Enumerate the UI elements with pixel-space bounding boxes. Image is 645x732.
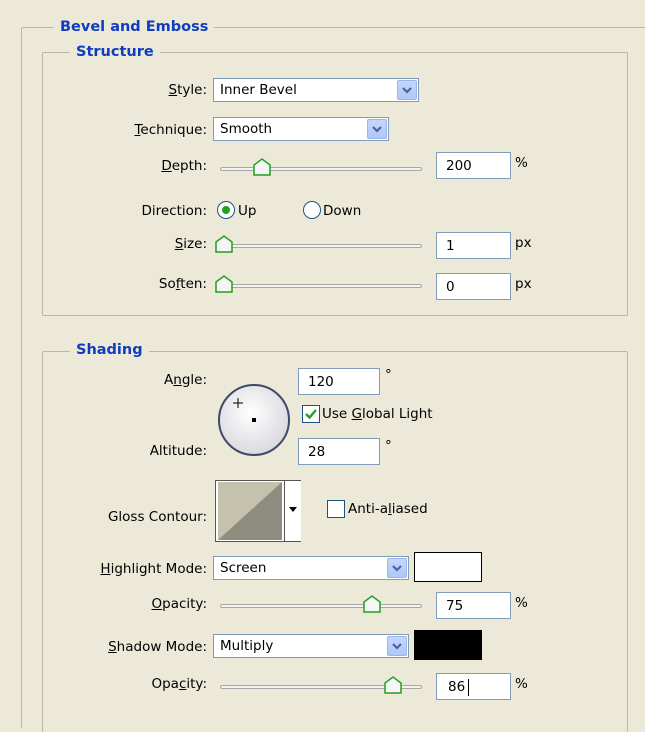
technique-label: Technique: [134, 122, 207, 138]
shadow-opacity-label: Opacity: [151, 676, 207, 692]
style-select-value: Inner Bevel [220, 82, 297, 98]
direction-down-radio[interactable] [303, 201, 321, 219]
highlight-opacity-unit: % [515, 595, 528, 611]
soften-unit: px [515, 276, 532, 292]
checkmark-icon [305, 409, 317, 420]
soften-input[interactable]: 0 [436, 273, 511, 300]
chevron-down-icon[interactable] [387, 636, 407, 656]
highlight-opacity-input[interactable]: 75 [436, 592, 511, 619]
shadow-opacity-input[interactable]: 86 [436, 673, 511, 700]
size-label: Size: [174, 236, 207, 252]
highlight-mode-label: Highlight Mode: [100, 561, 207, 577]
style-label: Style: [168, 82, 207, 98]
use-global-light-label[interactable]: Use Global Light [322, 405, 433, 423]
highlight-mode-value: Screen [220, 560, 267, 576]
structure-title: Structure [70, 43, 160, 61]
soften-slider-track[interactable] [220, 284, 422, 288]
shadow-color-swatch[interactable] [414, 630, 482, 660]
contour-dropdown-button[interactable] [284, 481, 301, 541]
direction-down-label[interactable]: Down [323, 202, 361, 220]
shadow-mode-select[interactable]: Multiply [213, 634, 409, 658]
highlight-mode-select[interactable]: Screen [213, 556, 409, 580]
contour-preview-icon [218, 482, 282, 540]
shadow-opacity-slider-thumb[interactable] [383, 676, 403, 694]
angle-degree-symbol: ° [385, 367, 392, 383]
highlight-color-swatch[interactable] [414, 552, 482, 582]
angle-input[interactable]: 120 [298, 368, 380, 395]
size-input[interactable]: 1 [436, 232, 511, 259]
shading-title: Shading [70, 341, 149, 359]
bevel-emboss-title: Bevel and Emboss [54, 18, 215, 36]
direction-up-radio[interactable] [217, 201, 235, 219]
direction-label: Direction: [141, 203, 207, 219]
size-slider-track[interactable] [220, 244, 422, 248]
style-select[interactable]: Inner Bevel [213, 78, 419, 102]
direction-up-label[interactable]: Up [238, 202, 256, 220]
anti-aliased-checkbox[interactable] [327, 500, 345, 518]
depth-label: Depth: [161, 158, 207, 174]
use-global-light-checkbox[interactable] [302, 405, 320, 423]
highlight-opacity-slider-track[interactable] [220, 604, 422, 608]
altitude-degree-symbol: ° [385, 438, 392, 454]
chevron-down-icon[interactable] [387, 558, 407, 578]
highlight-opacity-slider-thumb[interactable] [362, 595, 382, 613]
depth-unit: % [515, 155, 528, 171]
technique-select-value: Smooth [220, 121, 273, 137]
shadow-mode-value: Multiply [220, 638, 274, 654]
chevron-down-icon[interactable] [367, 119, 387, 139]
soften-slider-thumb[interactable] [214, 275, 234, 293]
gloss-contour-label: Gloss Contour: [107, 509, 207, 525]
size-slider-thumb[interactable] [214, 235, 234, 253]
triangle-down-icon [289, 507, 297, 512]
highlight-opacity-label: Opacity: [151, 596, 207, 612]
size-unit: px [515, 235, 532, 251]
technique-select[interactable]: Smooth [213, 117, 389, 141]
anti-aliased-label[interactable]: Anti-aliased [348, 500, 428, 518]
gloss-contour-picker[interactable] [215, 480, 301, 542]
depth-slider-thumb[interactable] [252, 158, 272, 176]
chevron-down-icon[interactable] [397, 80, 417, 100]
shadow-opacity-value: 86 [448, 679, 466, 695]
depth-slider-track[interactable] [220, 167, 422, 171]
text-cursor [468, 679, 469, 696]
shadow-opacity-unit: % [515, 676, 528, 692]
altitude-input[interactable]: 28 [298, 438, 380, 465]
radio-selected-dot [222, 206, 230, 214]
soften-label: Soften: [158, 276, 207, 292]
depth-input[interactable]: 200 [436, 152, 511, 179]
altitude-label: Altitude: [149, 443, 207, 459]
shadow-mode-label: Shadow Mode: [108, 639, 207, 655]
angle-label: Angle: [164, 372, 207, 388]
angle-dial[interactable] [216, 382, 292, 458]
